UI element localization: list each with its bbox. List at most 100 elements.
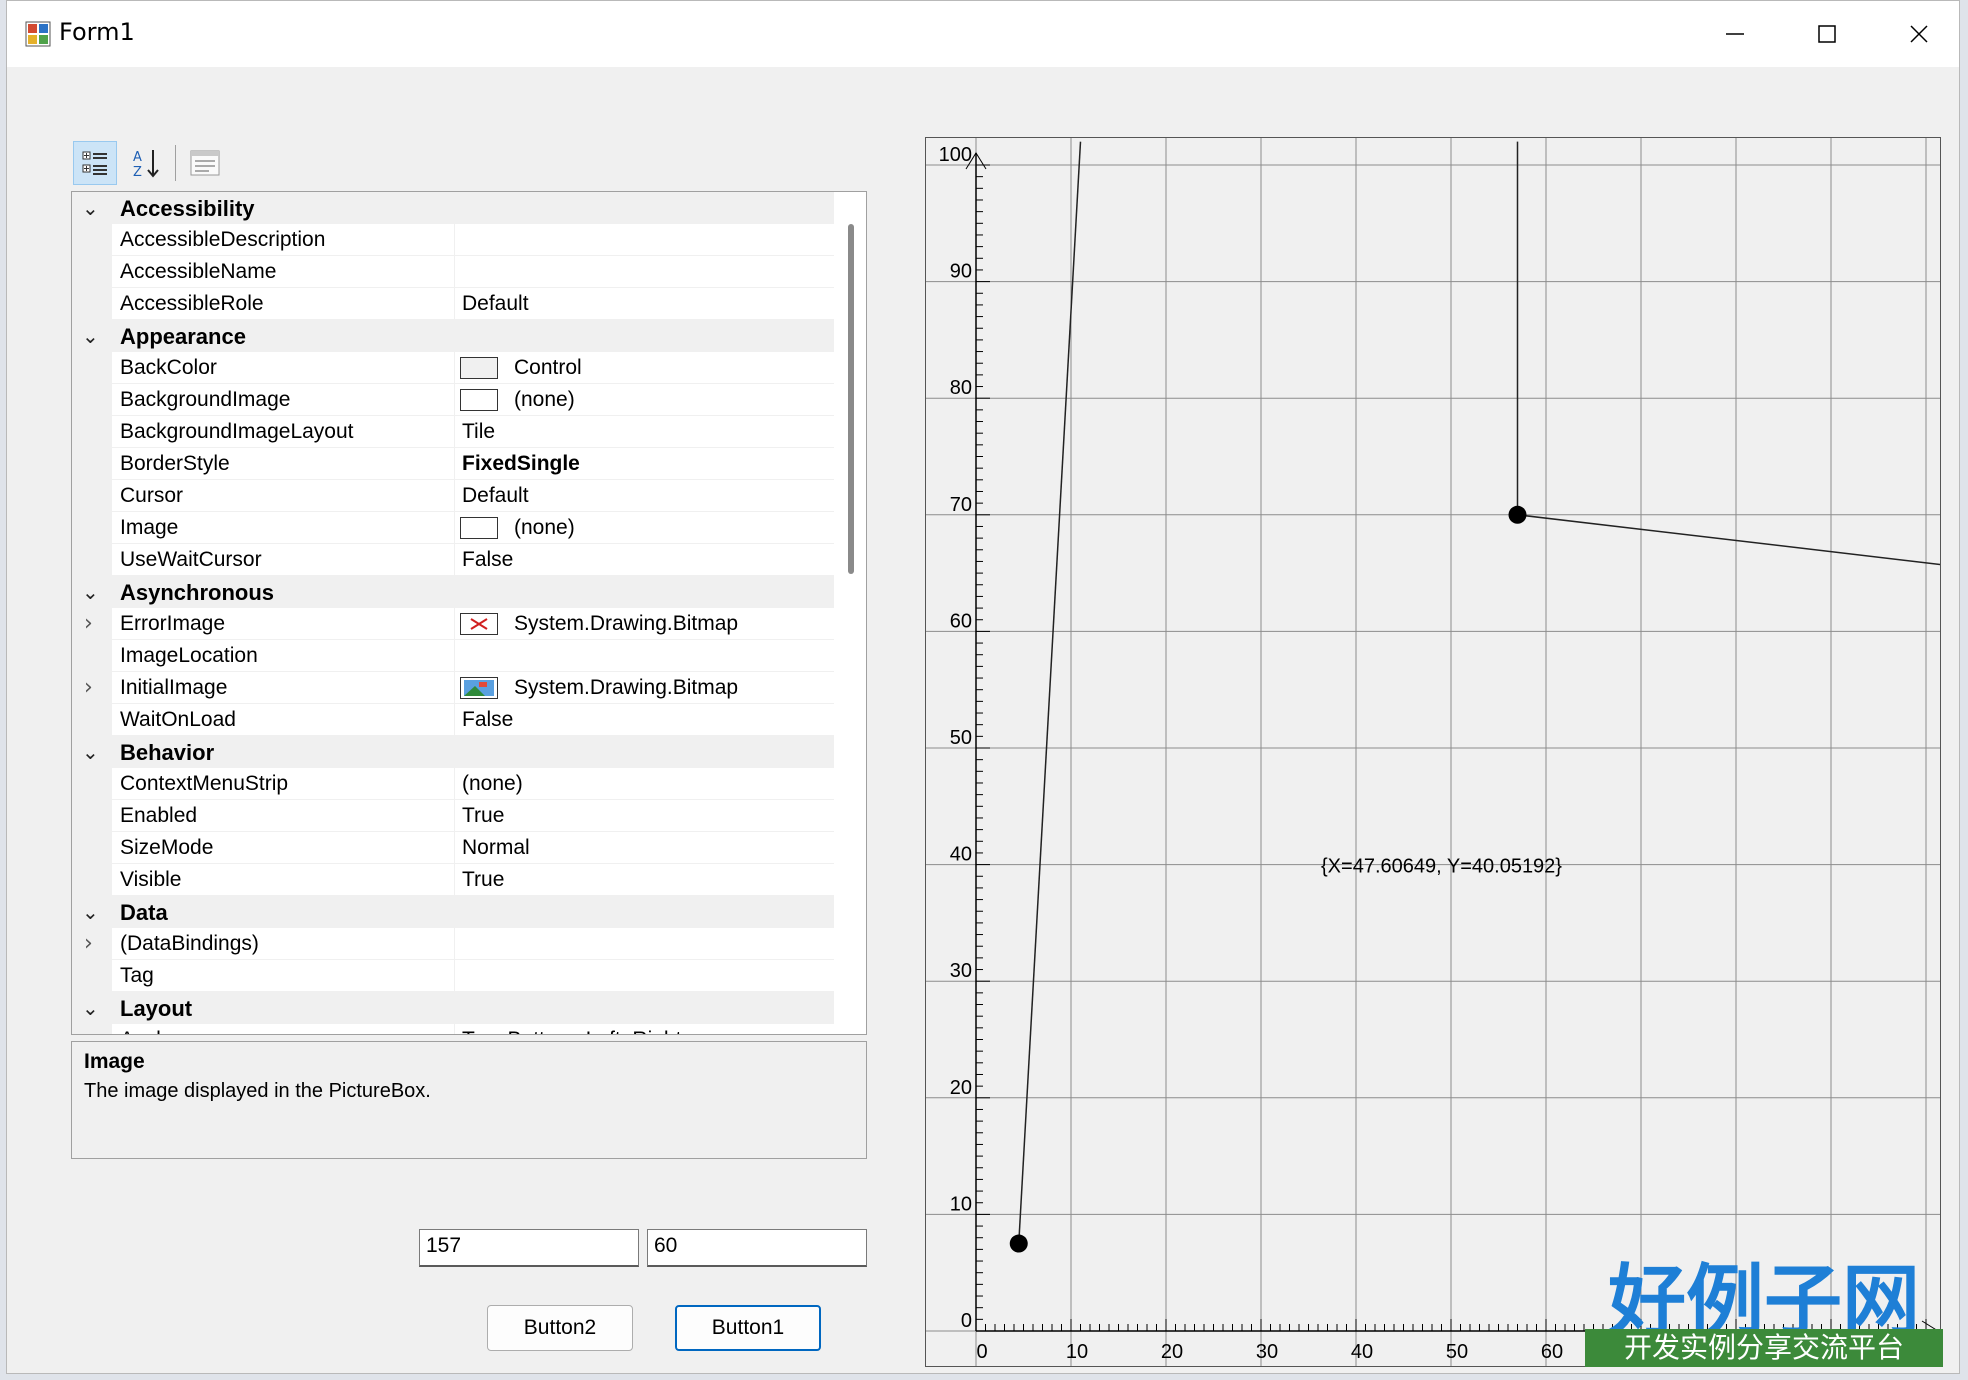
column-divider[interactable] [454,704,455,736]
plot-picturebox[interactable]: 0102030405060708090100010203040506070809… [925,137,1941,1367]
row-gutter [72,544,112,576]
property-pages-button[interactable] [183,141,227,185]
property-row[interactable]: BackgroundImage (none) [72,384,834,416]
button1[interactable]: Button1 [675,1305,821,1351]
column-divider[interactable] [454,864,455,896]
column-divider[interactable] [454,256,455,288]
property-row[interactable]: UseWaitCursor False [72,544,834,576]
column-divider[interactable] [454,480,455,512]
title-bar[interactable]: Form1 [7,1,1959,67]
property-name: SizeMode [120,836,214,859]
row-gutter [72,256,112,288]
property-row[interactable]: ContextMenuStrip (none) [72,768,834,800]
column-divider[interactable] [454,1024,455,1034]
property-value[interactable]: System.Drawing.Bitmap [514,612,738,636]
column-divider[interactable] [454,544,455,576]
property-name: WaitOnLoad [120,708,236,731]
categorized-button[interactable] [73,141,117,185]
plot-chart[interactable]: 0102030405060708090100010203040506070809… [926,138,1940,1366]
chevron-down-icon[interactable]: ⌄ [82,740,99,764]
property-value[interactable]: (none) [514,516,575,540]
close-button[interactable] [1873,1,1959,67]
property-value[interactable]: (none) [462,772,523,796]
column-divider[interactable] [454,512,455,544]
property-row[interactable]: BorderStyle FixedSingle [72,448,834,480]
chevron-right-icon[interactable]: › [84,611,93,636]
property-value[interactable]: Default [462,292,529,316]
property-row[interactable]: Enabled True [72,800,834,832]
property-value[interactable]: False [462,548,513,572]
column-divider[interactable] [454,960,455,992]
chevron-down-icon[interactable]: ⌄ [82,196,99,220]
property-row[interactable]: Tag [72,960,834,992]
property-row[interactable]: BackgroundImageLayout Tile [72,416,834,448]
property-row[interactable]: AccessibleDescription [72,224,834,256]
column-divider[interactable] [454,640,455,672]
column-divider[interactable] [454,800,455,832]
property-pages-icon [190,150,220,176]
maximize-button[interactable] [1781,1,1873,67]
chevron-right-icon[interactable]: › [84,931,93,956]
category-layout[interactable]: ⌄ Layout [72,992,834,1024]
property-row[interactable]: SizeMode Normal [72,832,834,864]
property-value[interactable]: (none) [514,388,575,412]
property-value[interactable]: Top, Bottom, Left, Right [462,1028,681,1034]
column-divider[interactable] [454,448,455,480]
property-value[interactable]: System.Drawing.Bitmap [514,676,738,700]
property-row[interactable]: Image (none) [72,512,834,544]
property-row[interactable]: Cursor Default [72,480,834,512]
chevron-down-icon[interactable]: ⌄ [82,996,99,1020]
chevron-right-icon[interactable]: › [84,675,93,700]
chevron-down-icon[interactable]: ⌄ [82,324,99,348]
property-name: Image [120,516,179,539]
category-accessibility[interactable]: ⌄ Accessibility [72,192,834,224]
property-value[interactable]: FixedSingle [462,452,580,476]
property-value[interactable]: Control [514,356,582,380]
property-row[interactable]: BackColor Control [72,352,834,384]
alphabetical-button[interactable]: A Z [125,141,169,185]
column-divider[interactable] [454,768,455,800]
column-divider[interactable] [454,608,455,640]
button2[interactable]: Button2 [487,1305,633,1351]
category-asynchronous[interactable]: ⌄ Asynchronous [72,576,834,608]
property-row[interactable]: AccessibleName [72,256,834,288]
chevron-down-icon[interactable]: ⌄ [82,580,99,604]
category-label: Behavior [120,740,215,765]
column-divider[interactable] [454,288,455,320]
x-value-textbox[interactable]: 157 [419,1229,639,1267]
property-value[interactable]: Normal [462,836,530,860]
color-swatch [460,517,498,539]
property-row[interactable]: WaitOnLoad False [72,704,834,736]
property-row[interactable]: AccessibleRole Default [72,288,834,320]
minimize-button[interactable] [1689,1,1781,67]
column-divider[interactable] [454,384,455,416]
property-grid-toolbar: A Z [73,141,273,185]
column-divider[interactable] [454,416,455,448]
y-value-textbox[interactable]: 60 [647,1229,867,1267]
property-row[interactable]: ImageLocation [72,640,834,672]
property-row[interactable]: Visible True [72,864,834,896]
column-divider[interactable] [454,224,455,256]
property-value[interactable]: False [462,708,513,732]
chevron-down-icon[interactable]: ⌄ [82,900,99,924]
property-row[interactable]: › (DataBindings) [72,928,834,960]
column-divider[interactable] [454,352,455,384]
minimize-icon [1726,33,1744,35]
category-appearance[interactable]: ⌄ Appearance [72,320,834,352]
category-data[interactable]: ⌄ Data [72,896,834,928]
property-value[interactable]: True [462,804,504,828]
vertical-scrollbar[interactable] [848,224,854,574]
property-name: ImageLocation [120,644,258,667]
column-divider[interactable] [454,672,455,704]
property-grid[interactable]: ⌄ Accessibility AccessibleDescription Acces… [71,191,867,1035]
row-gutter [72,352,112,384]
property-value[interactable]: Default [462,484,529,508]
category-behavior[interactable]: ⌄ Behavior [72,736,834,768]
property-value[interactable]: Tile [462,420,495,444]
property-row[interactable]: Anchor Top, Bottom, Left, Right [72,1024,834,1034]
property-row[interactable]: › ErrorImage System.Drawing.Bitmap [72,608,834,640]
column-divider[interactable] [454,832,455,864]
property-row[interactable]: › InitialImage System.Drawing.Bitmap [72,672,834,704]
property-value[interactable]: True [462,868,504,892]
column-divider[interactable] [454,928,455,960]
